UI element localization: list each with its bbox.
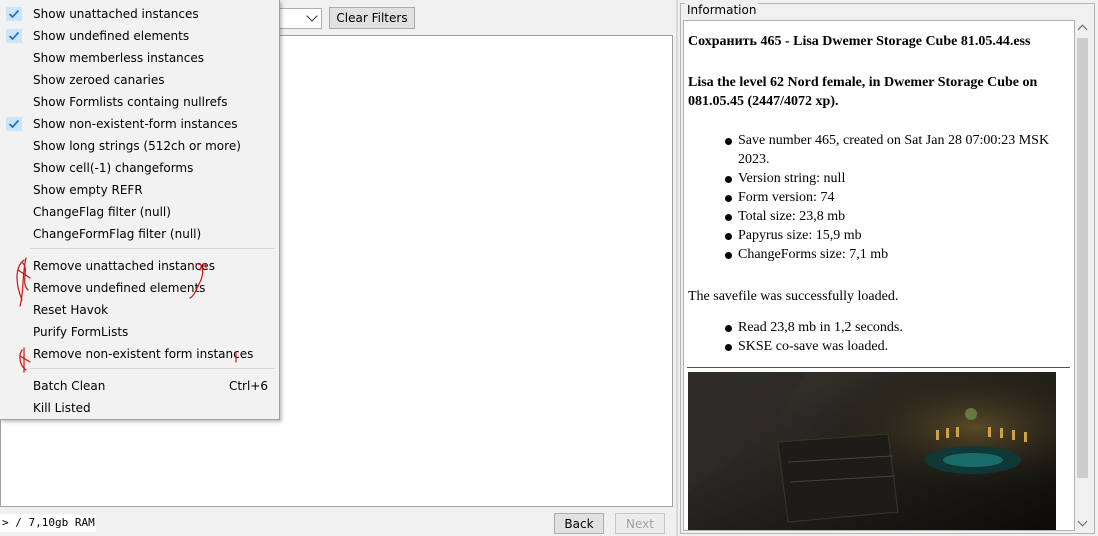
checkmark-icon (6, 73, 22, 87)
list-item: Save number 465, created on Sat Jan 28 0… (724, 131, 1054, 169)
menu-item-batch-clean[interactable]: Batch Clean Ctrl+6 (0, 375, 278, 397)
checkmark-icon (6, 139, 22, 153)
save-screenshot-image (688, 372, 1056, 530)
checkmark-icon (6, 161, 22, 175)
menu-item-show-undefined-elements[interactable]: Show undefined elements (0, 25, 278, 47)
save-title: Сохранить 465 - Lisa Dwemer Storage Cube… (688, 34, 1031, 49)
list-item: Total size: 23,8 mb (724, 207, 1054, 226)
menu-item-label: Batch Clean (33, 379, 106, 393)
menu-item-reset-havok[interactable]: Reset Havok (0, 299, 278, 321)
chevron-down-icon (306, 10, 318, 22)
menu-item-label: Show undefined elements (33, 29, 190, 43)
menu-item-show-memberless-instances[interactable]: Show memberless instances (0, 47, 278, 69)
scroll-down-arrow-icon[interactable] (1077, 516, 1088, 527)
menu-item-show-formlists-nullrefs[interactable]: Show Formlists containg nullrefs (0, 91, 278, 113)
menu-item-label: Show empty REFR (33, 183, 143, 197)
menu-item-remove-undefined-elements[interactable]: Remove undefined elements (0, 277, 278, 299)
memory-status: > / 7,10gb RAM (0, 514, 96, 532)
menu-item-label: Remove undefined elements (33, 281, 206, 295)
checkmark-icon (6, 7, 22, 21)
menu-item-label: Show memberless instances (33, 51, 205, 65)
menu-item-show-unattached-instances[interactable]: Show unattached instances (0, 3, 278, 25)
menu-item-remove-unattached-instances[interactable]: Remove unattached instances (0, 255, 278, 277)
list-item: Read 23,8 mb in 1,2 seconds. (724, 318, 1054, 337)
divider-line (687, 367, 1070, 368)
list-item: Version string: null (724, 169, 1054, 188)
menu-separator (30, 248, 275, 249)
menu-item-label: ChangeFlag filter (null) (33, 205, 171, 219)
information-legend: Information (685, 3, 759, 17)
menu-item-label: Show zeroed canaries (33, 73, 165, 87)
shortcut-label: Ctrl+6 (228, 379, 268, 393)
menu-item-label: Remove unattached instances (33, 259, 215, 273)
checkmark-icon (6, 183, 22, 197)
dwemer-room-scene (688, 372, 1056, 530)
menu-item-remove-non-existent-form-instances[interactable]: Remove non-existent form instances (0, 343, 278, 365)
menu-item-label: Show long strings (512ch or more) (33, 139, 241, 153)
menu-item-label: Show unattached instances (33, 7, 199, 21)
information-pane: Сохранить 465 - Lisa Dwemer Storage Cube… (683, 20, 1075, 531)
filter-options-menu: Show unattached instances Show undefined… (0, 0, 280, 420)
list-item: SKSE co-save was loaded. (724, 337, 1054, 356)
menu-item-purify-formlists[interactable]: Purify FormLists (0, 321, 278, 343)
checkmark-icon (6, 227, 22, 241)
menu-item-label: Reset Havok (33, 303, 109, 317)
checkmark-icon (6, 95, 22, 109)
load-status-message: The savefile was successfully loaded. (688, 289, 899, 304)
menu-item-label: Kill Listed (33, 401, 91, 415)
menu-item-changeflag-filter[interactable]: ChangeFlag filter (null) (0, 201, 278, 223)
list-item: Form version: 74 (724, 188, 1054, 207)
menu-item-label: Show Formlists containg nullrefs (33, 95, 228, 109)
clear-filters-button[interactable]: Clear Filters (329, 7, 415, 29)
menu-item-show-non-existent-form-instances[interactable]: Show non-existent-form instances (0, 113, 278, 135)
character-summary: Lisa the level 62 Nord female, in Dwemer… (688, 75, 1038, 109)
next-button[interactable]: Next (615, 513, 665, 534)
list-item: ChangeForms size: 7,1 mb (724, 245, 1054, 264)
menu-item-show-empty-refr[interactable]: Show empty REFR (0, 179, 278, 201)
menu-separator (30, 368, 275, 369)
menu-item-show-cell-changeforms[interactable]: Show cell(-1) changeforms (0, 157, 278, 179)
scroll-up-arrow-icon[interactable] (1077, 24, 1088, 35)
menu-item-label: Purify FormLists (33, 325, 129, 339)
split-divider[interactable] (676, 0, 678, 536)
filter-dropdown[interactable] (276, 8, 322, 29)
checkmark-icon (6, 205, 22, 219)
menu-item-label: Show cell(-1) changeforms (33, 161, 194, 175)
menu-item-show-zeroed-canaries[interactable]: Show zeroed canaries (0, 69, 278, 91)
checkmark-icon (6, 117, 22, 131)
load-details-list: Read 23,8 mb in 1,2 seconds. SKSE co-sav… (724, 318, 1054, 356)
menu-item-kill-listed[interactable]: Kill Listed (0, 397, 278, 419)
menu-item-label: Remove non-existent form instances (33, 347, 254, 361)
information-scrollbar[interactable] (1075, 20, 1090, 531)
menu-item-show-long-strings[interactable]: Show long strings (512ch or more) (0, 135, 278, 157)
menu-item-changeformflag-filter[interactable]: ChangeFormFlag filter (null) (0, 223, 278, 245)
menu-item-label: Show non-existent-form instances (33, 117, 238, 131)
scrollbar-thumb[interactable] (1077, 38, 1088, 478)
menu-item-label: ChangeFormFlag filter (null) (33, 227, 202, 241)
save-details-list: Save number 465, created on Sat Jan 28 0… (724, 131, 1054, 264)
checkmark-icon (6, 29, 22, 43)
list-item: Papyrus size: 15,9 mb (724, 226, 1054, 245)
back-button[interactable]: Back (554, 513, 604, 534)
checkmark-icon (6, 51, 22, 65)
